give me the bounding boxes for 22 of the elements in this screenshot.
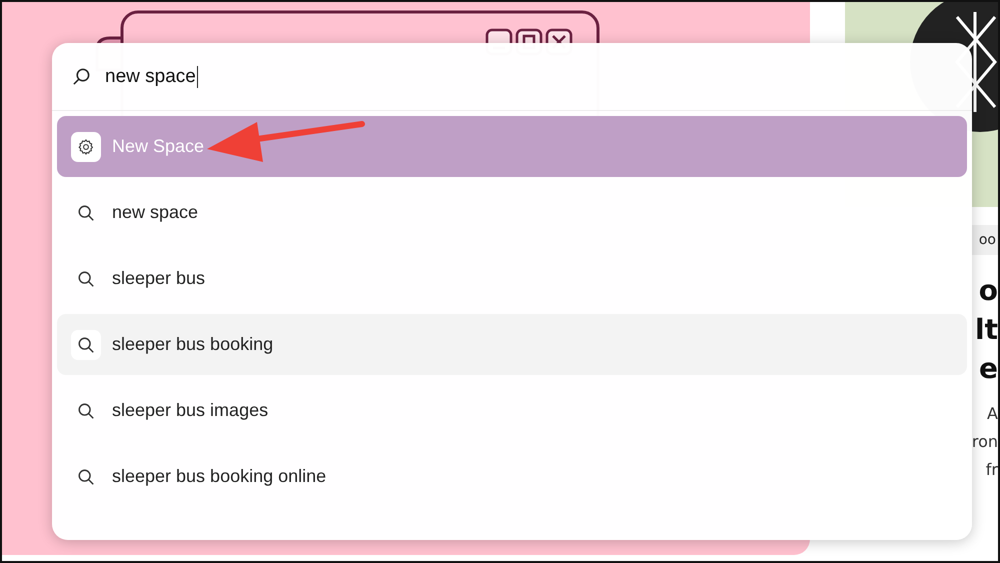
result-item[interactable]: sleeper bus images [57,380,967,441]
result-item[interactable]: sleeper bus booking online [57,446,967,507]
summary-text: fr [986,459,998,481]
headline-text: e [979,351,998,387]
result-label: New Space [112,136,204,157]
result-item[interactable]: sleeper bus [57,248,967,309]
gear-icon [71,132,101,162]
search-icon [71,330,101,360]
result-label: sleeper bus booking [112,334,274,355]
headline-text: lt [975,312,998,348]
tab-label[interactable]: oo [978,232,998,248]
headline-text: o [978,273,998,309]
search-field[interactable]: new space [105,66,198,88]
result-label: new space [112,202,198,223]
result-label: sleeper bus [112,268,206,289]
result-item[interactable]: sleeper bus booking [57,314,967,375]
summary-text: A [987,403,998,425]
result-item[interactable]: new space [57,182,967,243]
result-label: sleeper bus images [112,400,268,421]
summary-text: ron [972,431,998,453]
result-label: sleeper bus booking online [112,466,326,487]
search-icon [72,67,91,86]
